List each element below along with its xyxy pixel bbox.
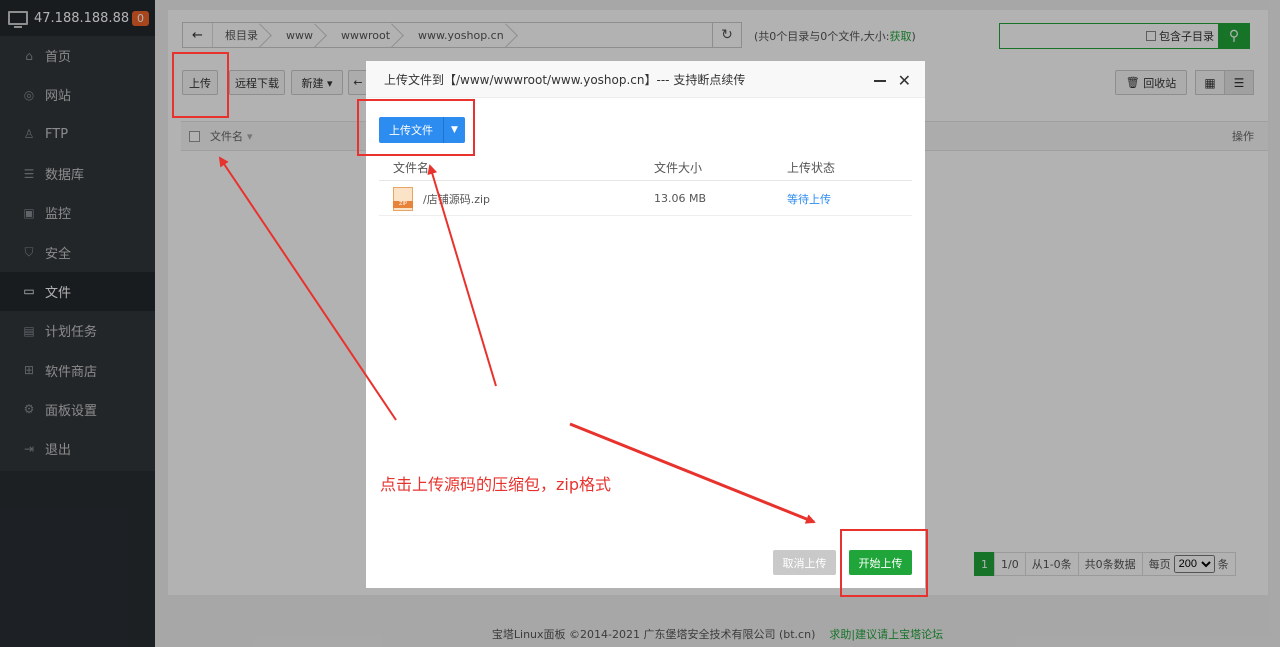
arrow-to-start-upload xyxy=(569,422,816,524)
arrow-to-upload-file xyxy=(427,164,497,387)
arrow-to-upload xyxy=(218,156,397,421)
annotation-arrows xyxy=(218,156,816,524)
